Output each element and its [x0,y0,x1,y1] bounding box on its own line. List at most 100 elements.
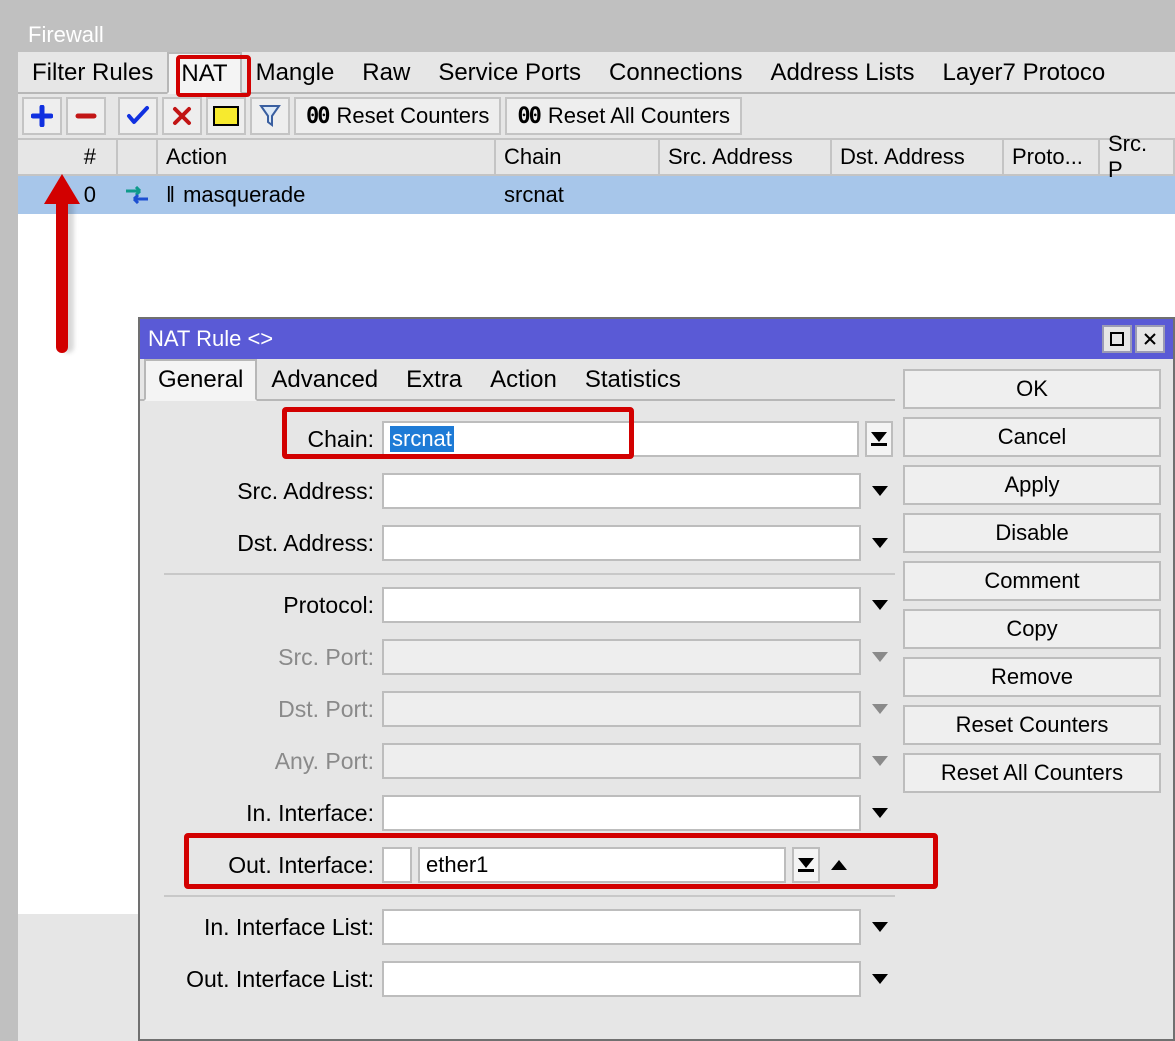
protocol-expand[interactable] [867,587,893,623]
cell-status [118,176,158,214]
tab-action[interactable]: Action [476,359,571,399]
inifacel-input[interactable] [382,909,861,945]
anyport-expand [867,743,893,779]
tab-nat[interactable]: NAT [167,52,241,94]
minus-icon [75,105,97,127]
firewall-title: Firewall [18,18,1175,52]
col-src[interactable]: Src. Address [660,140,832,174]
srcport-expand [867,639,893,675]
reset-all-counters-label: Reset All Counters [548,103,730,129]
table-row[interactable]: 0 ‖ masquerade srcnat [18,176,1175,214]
outiface-negate[interactable] [382,847,412,883]
square-icon [1110,332,1124,346]
tab-extra[interactable]: Extra [392,359,476,399]
reset-counters-side[interactable]: Reset Counters [903,705,1161,745]
outiface-input[interactable]: ether1 [418,847,786,883]
dstport-label: Dst. Port: [144,696,382,723]
cell-dst [832,176,1004,214]
col-status[interactable] [118,140,158,174]
reset-counters-button[interactable]: 00 Reset Counters [294,97,501,135]
check-icon [126,105,150,127]
tab-service-ports[interactable]: Service Ports [424,52,595,92]
col-action[interactable]: Action [158,140,496,174]
tab-address-lists[interactable]: Address Lists [756,52,928,92]
inifacel-expand[interactable] [867,909,893,945]
dstport-expand [867,691,893,727]
cell-chain: srcnat [496,176,660,214]
tab-layer7[interactable]: Layer7 Protoco [929,52,1120,92]
ok-button[interactable]: OK [903,369,1161,409]
outiface-label: Out. Interface: [144,852,382,879]
protocol-label: Protocol: [144,592,382,619]
table-header: # Action Chain Src. Address Dst. Address… [18,138,1175,176]
dialog-close-button[interactable] [1135,325,1165,353]
iniface-expand[interactable] [867,795,893,831]
apply-button[interactable]: Apply [903,465,1161,505]
note-icon [213,106,239,126]
firewall-toolbar: 00 Reset Counters 00 Reset All Counters [18,94,1175,138]
disable-button[interactable] [162,97,202,135]
dialog-tabs: General Advanced Extra Action Statistics [140,359,895,401]
enable-button[interactable] [118,97,158,135]
dialog-max-button[interactable] [1102,325,1132,353]
srcaddr-expand[interactable] [867,473,893,509]
remove-button[interactable] [66,97,106,135]
iniface-label: In. Interface: [144,800,382,827]
dstaddr-expand[interactable] [867,525,893,561]
masquerade-icon [124,186,150,204]
cell-proto [1004,176,1100,214]
inifacel-label: In. Interface List: [144,914,382,941]
col-srcp[interactable]: Src. P [1100,140,1175,174]
col-dst[interactable]: Dst. Address [832,140,1004,174]
outiface-collapse[interactable] [826,847,852,883]
cell-src [660,176,832,214]
nat-rule-dialog: NAT Rule <> General Advanced Extra Actio… [138,317,1175,1041]
chain-input[interactable]: srcnat [382,421,859,457]
copy-button[interactable]: Copy [903,609,1161,649]
comment-side-button[interactable]: Comment [903,561,1161,601]
separator [164,895,895,897]
chain-dropdown[interactable] [865,421,893,457]
iniface-input[interactable] [382,795,861,831]
firewall-window: Firewall Filter Rules NAT Mangle Raw Ser… [18,18,1175,1041]
disable-side-button[interactable]: Disable [903,513,1161,553]
tab-statistics[interactable]: Statistics [571,359,695,399]
comment-button[interactable] [206,97,246,135]
add-button[interactable] [22,97,62,135]
tab-general[interactable]: General [144,359,257,401]
outifacel-label: Out. Interface List: [144,966,382,993]
outifacel-input[interactable] [382,961,861,997]
cell-srcp [1100,176,1175,214]
outiface-dropdown[interactable] [792,847,820,883]
reset-all-counters-button[interactable]: 00 Reset All Counters [505,97,742,135]
reset-all-counters-side[interactable]: Reset All Counters [903,753,1161,793]
dialog-titlebar[interactable]: NAT Rule <> [140,319,1173,359]
counter-icon: 00 [517,104,540,129]
col-chain[interactable]: Chain [496,140,660,174]
anyport-label: Any. Port: [144,748,382,775]
filter-button[interactable] [250,97,290,135]
tab-mangle[interactable]: Mangle [242,52,349,92]
cell-action: ‖ masquerade [158,176,496,214]
dstport-input [382,691,861,727]
tab-filter-rules[interactable]: Filter Rules [18,52,167,92]
srcport-input [382,639,861,675]
funnel-icon [259,104,281,128]
x-icon [172,106,192,126]
cancel-button[interactable]: Cancel [903,417,1161,457]
separator [164,573,895,575]
outifacel-expand[interactable] [867,961,893,997]
remove-side-button[interactable]: Remove [903,657,1161,697]
protocol-input[interactable] [382,587,861,623]
tab-advanced[interactable]: Advanced [257,359,392,399]
dstaddr-input[interactable] [382,525,861,561]
chain-label: Chain: [144,426,382,453]
tab-connections[interactable]: Connections [595,52,756,92]
tab-raw[interactable]: Raw [348,52,424,92]
close-icon [1143,332,1157,346]
cell-index: 0 [18,176,118,214]
dialog-title-text: NAT Rule <> [148,326,273,352]
col-index[interactable]: # [18,140,118,174]
col-proto[interactable]: Proto... [1004,140,1100,174]
srcaddr-input[interactable] [382,473,861,509]
